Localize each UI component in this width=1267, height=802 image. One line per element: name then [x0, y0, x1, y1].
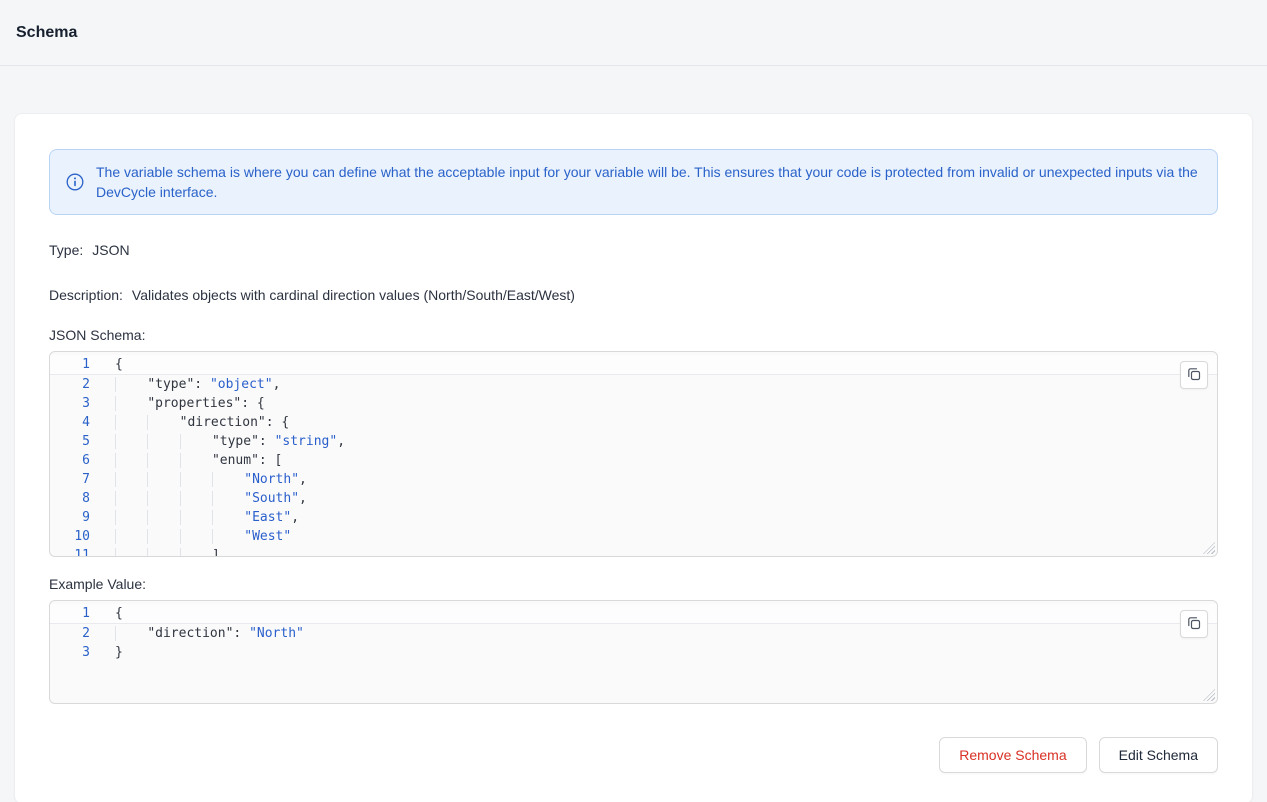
- description-field: Description: Validates objects with cardi…: [49, 285, 1218, 305]
- copy-example-button[interactable]: [1180, 610, 1208, 638]
- alert-text: The variable schema is where you can def…: [96, 162, 1201, 202]
- page-title: Schema: [16, 24, 77, 42]
- content-area: The variable schema is where you can def…: [0, 66, 1267, 802]
- example-value-editor[interactable]: 1{2 "direction": "North"3}: [49, 600, 1218, 704]
- copy-schema-button[interactable]: [1180, 361, 1208, 389]
- page-header: Schema: [0, 0, 1267, 66]
- example-resize-handle[interactable]: [1203, 689, 1215, 701]
- description-value: Validates objects with cardinal directio…: [132, 287, 575, 303]
- json-schema-label: JSON Schema:: [49, 327, 1218, 343]
- copy-icon: [1186, 615, 1202, 634]
- copy-icon: [1186, 366, 1202, 385]
- type-value: JSON: [92, 242, 129, 258]
- edit-schema-button[interactable]: Edit Schema: [1099, 737, 1218, 773]
- info-alert: The variable schema is where you can def…: [49, 149, 1218, 215]
- code-lines: 1{2 "type": "object",3 "properties": {4 …: [50, 355, 1217, 557]
- type-label: Type:: [49, 242, 83, 258]
- json-schema-editor[interactable]: 1{2 "type": "object",3 "properties": {4 …: [49, 351, 1218, 557]
- description-label: Description:: [49, 287, 123, 303]
- schema-card: The variable schema is where you can def…: [14, 113, 1253, 802]
- type-field: Type: JSON: [49, 240, 1218, 260]
- actions-row: Remove Schema Edit Schema: [49, 737, 1218, 773]
- remove-schema-button[interactable]: Remove Schema: [939, 737, 1086, 773]
- code-lines: 1{2 "direction": "North"3}: [50, 604, 1217, 662]
- example-value-label: Example Value:: [49, 576, 1218, 592]
- info-icon: [66, 173, 84, 191]
